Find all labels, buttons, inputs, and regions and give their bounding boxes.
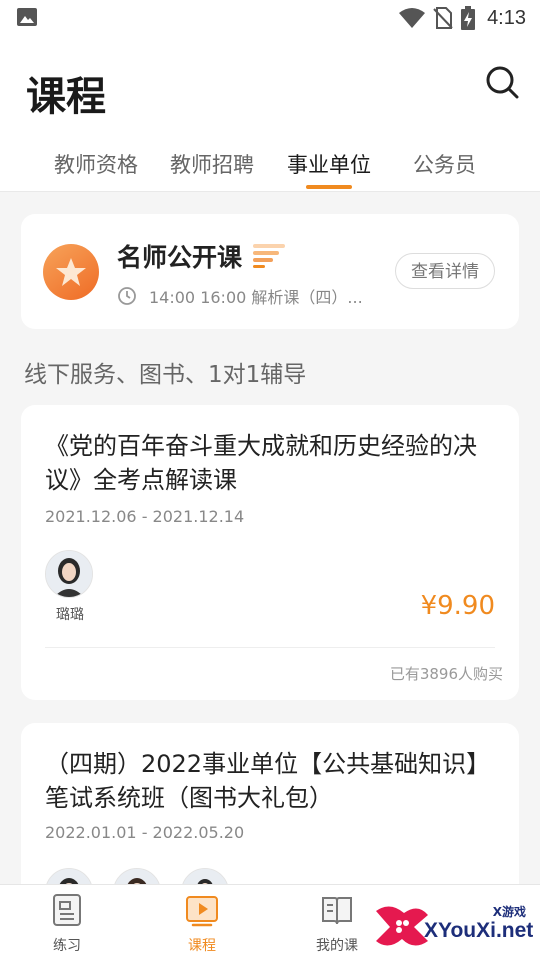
divider [45, 647, 495, 648]
image-notification-icon [17, 8, 37, 26]
status-time: 4:13 [487, 6, 526, 29]
teacher: 璐璐 [45, 550, 95, 624]
open-class-card[interactable]: 名师公开课 14:00 16:00 解析课（四）... 查看详情 [21, 214, 519, 329]
course-video-icon [186, 896, 218, 927]
open-class-title: 名师公开课 [117, 243, 243, 272]
watermark-text: XYouXi.net [424, 919, 534, 942]
course-price: ¥9.90 [420, 591, 495, 621]
teacher-name: 璐璐 [56, 607, 84, 623]
watermark-logo: X游戏 XYouXi.net [370, 895, 540, 955]
view-details-button[interactable]: 查看详情 [395, 253, 495, 289]
status-bar: 4:13 [0, 0, 540, 36]
signal-stripes-icon [253, 244, 285, 268]
watermark-small-text: X游戏 [492, 905, 526, 919]
avatar [45, 550, 93, 598]
nav-label: 课程 [188, 938, 216, 954]
wifi-icon [399, 8, 426, 28]
nav-courses[interactable]: 课程 [152, 893, 252, 955]
category-tabs: 教师资格 教师招聘 事业单位 公务员 [0, 139, 540, 191]
nav-label: 练习 [53, 938, 81, 954]
star-badge-icon [43, 244, 99, 300]
tab-teacher-qualification[interactable]: 教师资格 [54, 149, 138, 179]
active-tab-indicator [306, 185, 352, 189]
tab-teacher-recruitment[interactable]: 教师招聘 [170, 149, 254, 179]
tab-civil-servant[interactable]: 公务员 [413, 149, 476, 179]
course-card[interactable]: 《党的百年奋斗重大成就和历史经验的决议》全考点解读课 2021.12.06 - … [21, 405, 519, 700]
tab-public-institution[interactable]: 事业单位 [287, 149, 371, 179]
no-sim-icon [433, 7, 453, 29]
battery-charging-icon [461, 6, 476, 30]
schedule-row: 14:00 16:00 解析课（四）... [117, 284, 363, 308]
section-title: 线下服务、图书、1对1辅导 [24, 362, 307, 388]
app-header: 课程 教师资格 教师招聘 事业单位 公务员 [0, 36, 540, 192]
course-title: 《党的百年奋斗重大成就和历史经验的决议》全考点解读课 [45, 432, 477, 494]
nav-practice[interactable]: 练习 [17, 893, 117, 955]
book-icon [322, 897, 352, 925]
course-date: 2021.12.06 - 2021.12.14 [45, 507, 245, 526]
practice-icon [53, 894, 81, 926]
course-title: （四期）2022事业单位【公共基础知识】笔试系统班（图书大礼包） [45, 750, 491, 812]
search-icon[interactable] [484, 64, 520, 100]
page-title: 课程 [26, 74, 106, 120]
clock-icon [118, 287, 136, 305]
course-date: 2022.01.01 - 2022.05.20 [45, 823, 245, 842]
gamepad-logo-icon [376, 906, 428, 946]
buyer-count: 已有3896人购买 [389, 665, 503, 683]
schedule-text: 14:00 16:00 解析课（四）... [149, 288, 363, 307]
